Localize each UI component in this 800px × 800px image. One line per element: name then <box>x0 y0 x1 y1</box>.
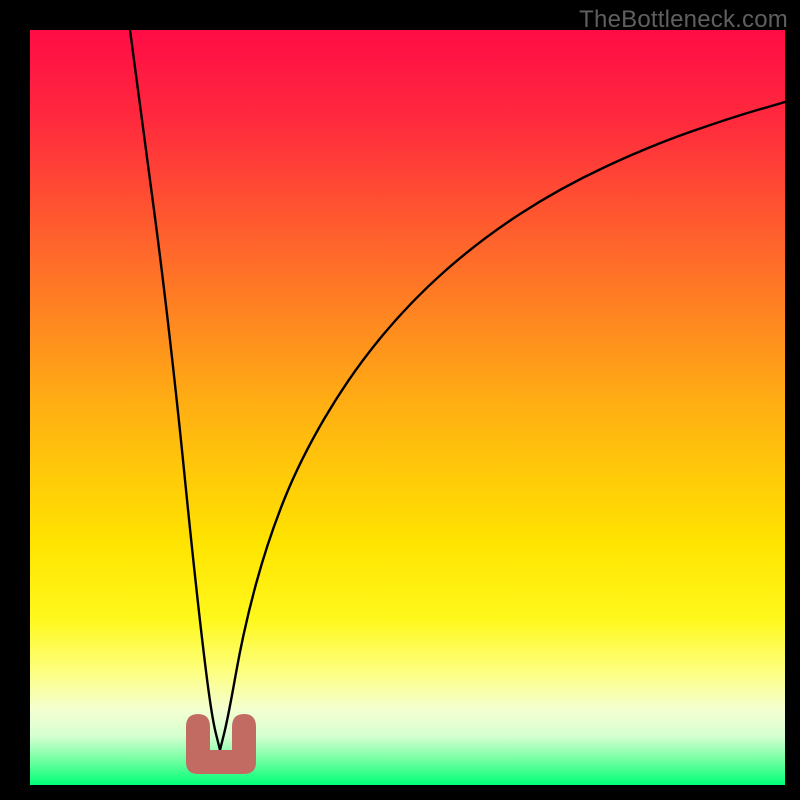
watermark-text: TheBottleneck.com <box>579 6 788 34</box>
marker-bracket <box>186 714 256 774</box>
minimum-marker <box>30 30 785 785</box>
plot-area <box>30 30 785 785</box>
chart-frame: TheBottleneck.com <box>0 0 800 800</box>
